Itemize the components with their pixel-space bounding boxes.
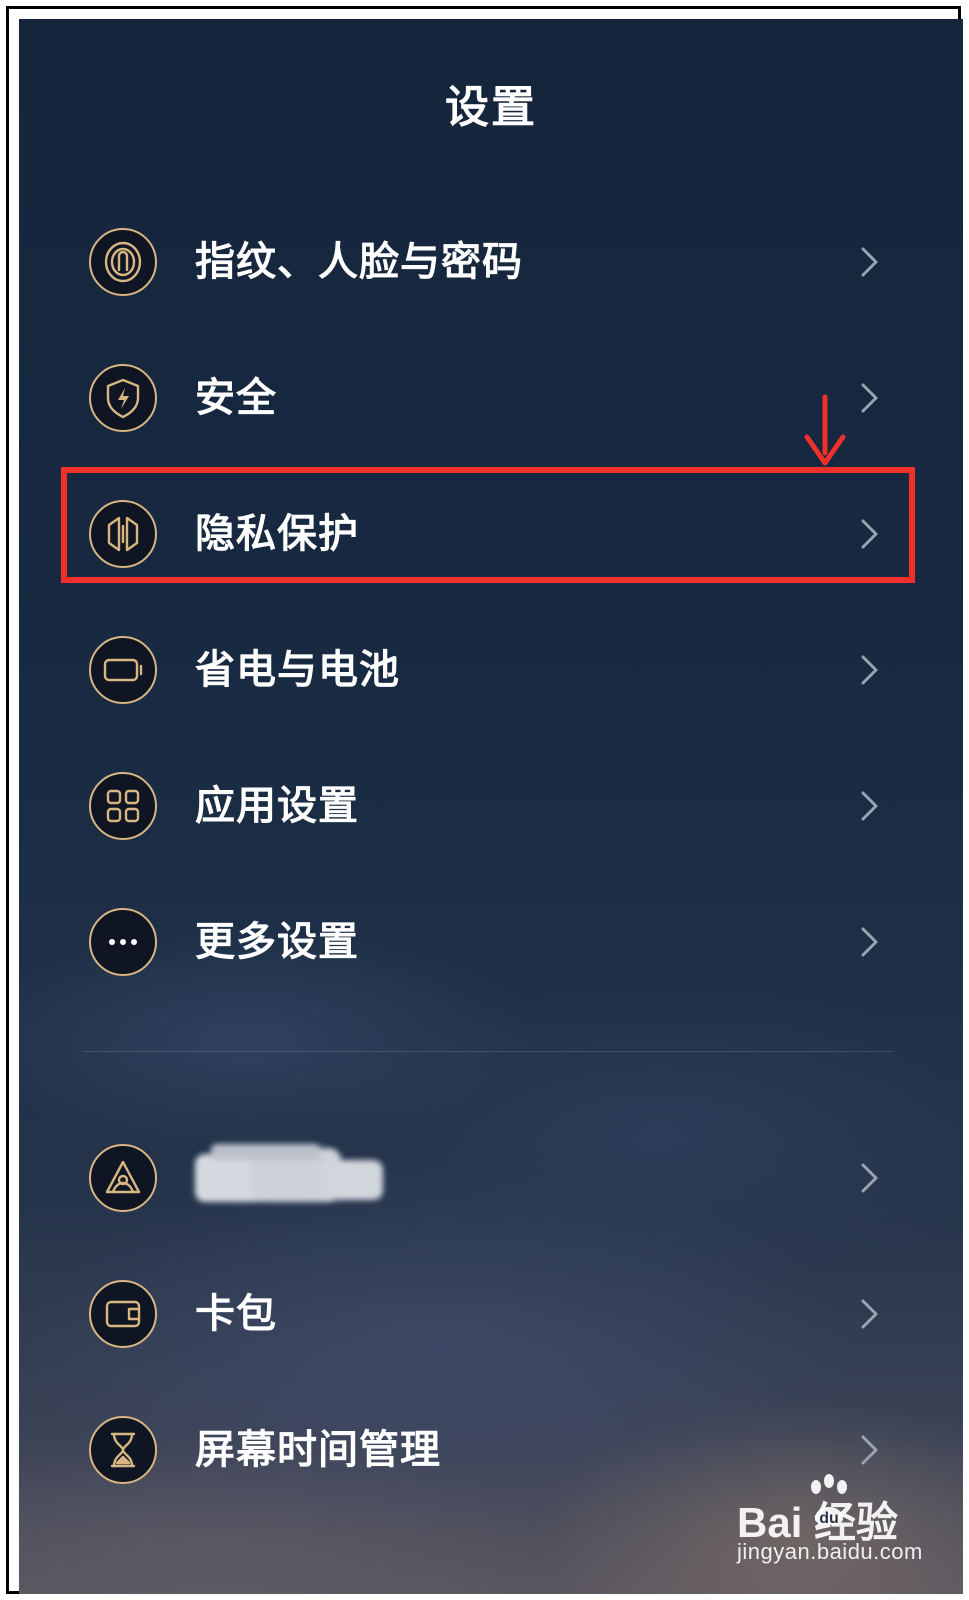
- chevron-right-icon: [861, 1299, 878, 1329]
- settings-item-label: 屏幕时间管理: [195, 1427, 441, 1473]
- settings-item-label: 省电与电池: [195, 647, 400, 693]
- battery-icon: [89, 636, 157, 704]
- svg-text:du: du: [819, 1510, 839, 1527]
- app-grid-icon: [89, 772, 157, 840]
- chevron-right-icon: [861, 383, 878, 413]
- chevron-right-icon: [861, 1435, 878, 1465]
- red-arrow-icon: [804, 394, 846, 466]
- settings-screen: 设置 指纹、人脸与密码 安全 隐私保护 省电与电池 应用设置 更多设置 卡包 屏…: [19, 19, 963, 1594]
- settings-item-battery[interactable]: 省电与电池: [19, 602, 963, 738]
- paw-logo-icon: du: [811, 1474, 847, 1527]
- shield-icon: [89, 364, 157, 432]
- settings-item-wallet[interactable]: 卡包: [19, 1246, 963, 1382]
- settings-item-label: 应用设置: [195, 783, 359, 829]
- baidu-jingyan-watermark: Bai 经验 du jingyan.baidu.com: [737, 1473, 937, 1573]
- highlight-box: [61, 467, 915, 583]
- chevron-right-icon: [861, 655, 878, 685]
- settings-item-label: 指纹、人脸与密码: [195, 239, 523, 285]
- page-title: 设置: [445, 82, 537, 133]
- chevron-right-icon: [861, 791, 878, 821]
- settings-item-account[interactable]: [19, 1110, 963, 1246]
- hourglass-icon: [89, 1416, 157, 1484]
- wallet-icon: [89, 1280, 157, 1348]
- more-icon: [89, 908, 157, 976]
- chevron-right-icon: [861, 927, 878, 957]
- settings-item-more-settings[interactable]: 更多设置: [19, 874, 963, 1010]
- settings-item-app-settings[interactable]: 应用设置: [19, 738, 963, 874]
- section-divider: [83, 1051, 893, 1052]
- settings-item-label: 安全: [195, 375, 277, 421]
- screenshot-frame: 设置 指纹、人脸与密码 安全 隐私保护 省电与电池 应用设置 更多设置 卡包 屏…: [6, 6, 963, 1594]
- settings-item-label: 卡包: [195, 1291, 277, 1337]
- settings-item-fingerprint-face-password[interactable]: 指纹、人脸与密码: [19, 194, 963, 330]
- obscured-label-blur: [195, 1144, 383, 1202]
- chevron-right-icon: [861, 247, 878, 277]
- settings-item-label: 更多设置: [195, 919, 359, 965]
- account-icon: [89, 1144, 157, 1212]
- fingerprint-icon: [89, 228, 157, 296]
- watermark-url: jingyan.baidu.com: [737, 1539, 923, 1564]
- chevron-right-icon: [861, 1163, 878, 1193]
